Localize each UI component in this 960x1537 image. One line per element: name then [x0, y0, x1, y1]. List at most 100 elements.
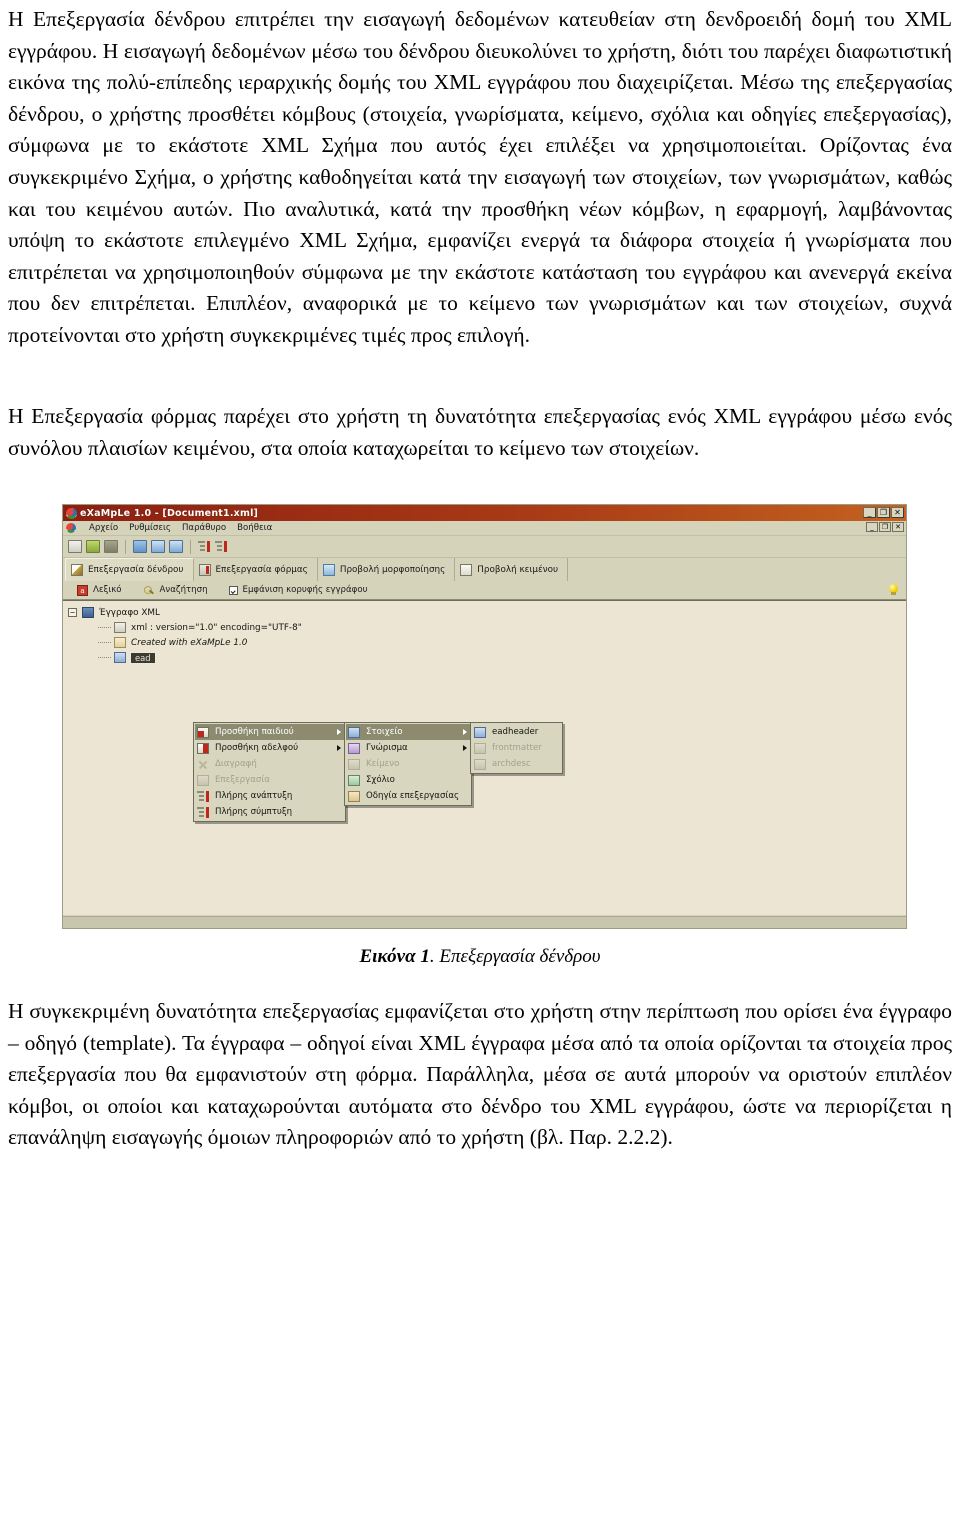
menu-item-frontmatter: frontmatter — [472, 740, 561, 756]
menu-item-help[interactable]: Βοήθεια — [237, 523, 272, 533]
app-titlebar: eXaMpLe 1.0 - [Document1.xml] _ ❐ ✕ — [63, 505, 906, 521]
preview-icon — [322, 563, 335, 576]
search-button[interactable]: Αναζήτηση — [143, 585, 208, 596]
menu-item-collapse-all[interactable]: Πλήρης σύμπτυξη — [195, 804, 344, 820]
restore-button[interactable]: ❐ — [877, 507, 890, 518]
menu-item-label: Διαγραφή — [215, 759, 257, 769]
minimize-button[interactable]: _ — [863, 507, 876, 518]
tree-connector — [98, 627, 111, 628]
figure-application-screenshot: eXaMpLe 1.0 - [Document1.xml] _ ❐ ✕ Αρχε… — [62, 504, 907, 929]
close-button[interactable]: ✕ — [891, 507, 904, 518]
edit-icon — [197, 774, 209, 786]
dictionary-label: Λεξικό — [93, 585, 122, 595]
tree-row-root[interactable]: − Έγγραφο XML — [68, 605, 906, 620]
text-document-icon — [460, 563, 473, 576]
expand-all-icon — [197, 790, 209, 802]
figure-caption: Εικόνα 1. Επεξεργασία δένδρου — [0, 945, 960, 969]
tile-vertical-icon[interactable] — [169, 540, 183, 553]
menu-item-label: Γνώρισμα — [366, 743, 408, 753]
tab-label: Προβολή μορφοποίησης — [339, 564, 446, 575]
comment-node-icon — [114, 637, 126, 648]
menu-item-label: eadheader — [492, 727, 539, 737]
paragraph-template-documents: Η συγκεκριμένη δυνατότητα επεξεργασίας ε… — [8, 999, 952, 1150]
element-node-icon — [114, 652, 126, 663]
checkbox-icon[interactable] — [228, 585, 238, 595]
toolbar-separator-2 — [190, 539, 191, 554]
context-submenu-node-types[interactable]: Στοιχείο Γνώρισμα Κείμενο Σχόλιο Οδηγία … — [344, 722, 472, 806]
window-controls: _ ❐ ✕ — [863, 507, 904, 518]
menu-item-label: Πλήρης σύμπτυξη — [215, 807, 293, 817]
delete-icon — [197, 759, 209, 770]
menu-item-label: archdesc — [492, 759, 531, 769]
menu-item-file[interactable]: Αρχείο — [89, 523, 118, 533]
menu-item-expand-all[interactable]: Πλήρης ανάπτυξη — [195, 788, 344, 804]
tree-node-label-selected: ead — [130, 651, 156, 664]
tab-label: Προβολή κειμένου — [477, 564, 559, 575]
dictionary-icon: a — [77, 584, 88, 596]
context-submenu-allowed-elements[interactable]: eadheader frontmatter archdesc — [470, 722, 563, 774]
menu-item-add-child[interactable]: Προσθήκη παιδιού — [195, 724, 344, 740]
tree-row-processing-instruction[interactable]: xml : version="1.0" encoding="UTF-8" — [68, 620, 906, 635]
tab-label: Επεξεργασία δένδρου — [88, 565, 184, 575]
document-page: Η Επεξεργασία δένδρου επιτρέπει την εισα… — [0, 0, 960, 1537]
app-logo-icon — [66, 507, 77, 519]
open-document-icon[interactable] — [86, 540, 100, 553]
tab-rendered-preview[interactable]: Προβολή μορφοποίησης — [318, 558, 456, 581]
expand-all-icon[interactable] — [198, 540, 211, 553]
dictionary-button[interactable]: a Λεξικό — [77, 584, 122, 596]
checkbox-label: Εμφάνιση κορυφής εγγράφου — [242, 585, 368, 595]
toolbar-separator — [125, 539, 126, 554]
menu-item-attribute[interactable]: Γνώρισμα — [346, 740, 470, 756]
menu-item-label: Προσθήκη παιδιού — [215, 727, 294, 737]
expander-icon[interactable]: − — [68, 608, 77, 617]
menu-item-archdesc: archdesc — [472, 756, 561, 772]
menu-item-eadheader[interactable]: eadheader — [472, 724, 561, 740]
tab-tree-editing[interactable]: Επεξεργασία δένδρου — [65, 558, 194, 581]
tab-label: Επεξεργασία φόρμας — [215, 564, 308, 575]
mdi-restore-button[interactable]: ❐ — [879, 522, 891, 532]
xml-tree-pane[interactable]: − Έγγραφο XML xml : version="1.0" encodi… — [63, 600, 906, 915]
tab-text-preview[interactable]: Προβολή κειμένου — [455, 558, 569, 581]
tree-row-selected-element[interactable]: ead — [68, 650, 906, 665]
new-document-icon[interactable] — [68, 540, 82, 553]
mdi-minimize-button[interactable]: _ — [866, 522, 878, 532]
menu-item-window[interactable]: Παράθυρο — [182, 523, 226, 533]
context-menu-node-actions[interactable]: Προσθήκη παιδιού Προσθήκη αδελφού Διαγρα… — [193, 722, 346, 822]
collapse-all-icon[interactable] — [215, 540, 228, 553]
menu-item-add-sibling[interactable]: Προσθήκη αδελφού — [195, 740, 344, 756]
attribute-node-icon — [348, 742, 360, 754]
menu-item-text: Κείμενο — [346, 756, 470, 772]
tree-node-label: xml : version="1.0" encoding="UTF-8" — [131, 622, 302, 633]
menu-item-label: frontmatter — [492, 743, 542, 753]
tree-row-comment[interactable]: Created with eXaMpLe 1.0 — [68, 635, 906, 650]
app-menubar: Αρχείο Ρυθμίσεις Παράθυρο Βοήθεια _ ❐ ✕ — [63, 521, 906, 536]
lightbulb-icon[interactable] — [888, 584, 899, 596]
tree-node-label: Έγγραφο XML — [99, 607, 160, 618]
collapse-all-icon — [197, 806, 209, 818]
tab-form-editing[interactable]: Επεξεργασία φόρμας — [194, 558, 318, 581]
menu-item-processing-instruction[interactable]: Οδηγία επεξεργασίας — [346, 788, 470, 804]
paragraph-tree-editing: Η Επεξεργασία δένδρου επιτρέπει την εισα… — [8, 7, 952, 347]
comment-node-icon — [348, 774, 360, 786]
add-sibling-icon — [197, 742, 209, 754]
mdi-close-button[interactable]: ✕ — [892, 522, 904, 532]
menu-item-label: Οδηγία επεξεργασίας — [366, 791, 460, 801]
app-subtoolbar: a Λεξικό Αναζήτηση Εμφάνιση κορυφής εγγρ… — [63, 581, 906, 600]
document-node-icon — [82, 607, 94, 618]
save-document-icon[interactable] — [104, 540, 118, 553]
menu-item-label: Στοιχείο — [366, 727, 403, 737]
submenu-arrow-icon — [463, 729, 467, 735]
submenu-arrow-icon — [337, 745, 341, 751]
processing-instruction-icon — [114, 622, 126, 633]
element-node-icon — [474, 726, 486, 738]
cascade-windows-icon[interactable] — [133, 540, 147, 553]
menu-item-element[interactable]: Στοιχείο — [346, 724, 470, 740]
show-document-root-checkbox[interactable]: Εμφάνιση κορυφής εγγράφου — [228, 585, 368, 595]
form-icon — [198, 563, 211, 576]
menu-item-comment[interactable]: Σχόλιο — [346, 772, 470, 788]
mdi-window-controls: _ ❐ ✕ — [866, 522, 904, 532]
tree-connector — [98, 642, 111, 643]
menu-item-settings[interactable]: Ρυθμίσεις — [129, 523, 171, 533]
menu-item-label: Πλήρης ανάπτυξη — [215, 791, 293, 801]
tile-horizontal-icon[interactable] — [151, 540, 165, 553]
